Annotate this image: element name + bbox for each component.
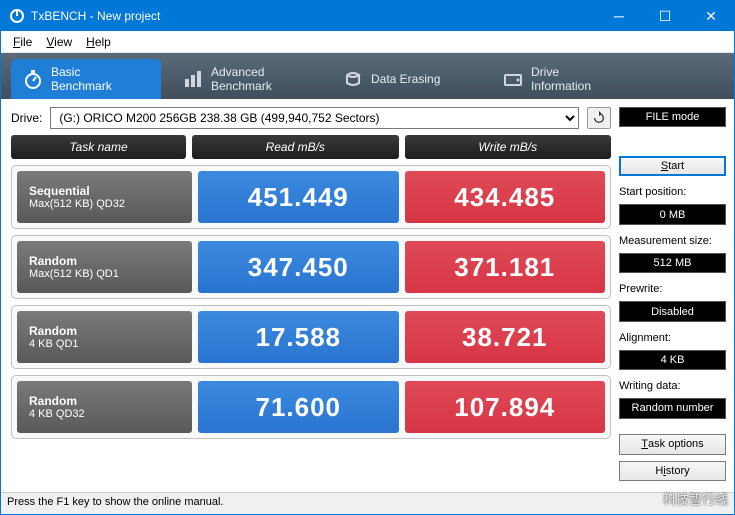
table-row: RandomMax(512 KB) QD1 347.450 371.181 (11, 235, 611, 299)
prewrite-label: Prewrite: (619, 283, 726, 295)
measurement-size-label: Measurement size: (619, 235, 726, 247)
header-write: Write mB/s (405, 135, 612, 159)
write-value: 371.181 (405, 241, 606, 293)
tab-label: BasicBenchmark (51, 65, 112, 93)
menu-help[interactable]: Help (80, 33, 117, 51)
close-button[interactable]: ✕ (688, 1, 734, 31)
start-position-value[interactable]: 0 MB (619, 204, 726, 224)
header-task: Task name (11, 135, 186, 159)
tab-data-erasing[interactable]: Data Erasing (331, 59, 481, 99)
menu-view[interactable]: View (40, 33, 78, 51)
bars-icon (183, 69, 203, 89)
alignment-value[interactable]: 4 KB (619, 350, 726, 370)
write-value: 434.485 (405, 171, 606, 223)
status-bar: Press the F1 key to show the online manu… (1, 492, 734, 514)
task-name-cell: Random4 KB QD32 (17, 381, 192, 433)
erase-icon (343, 69, 363, 89)
write-value: 107.894 (405, 381, 606, 433)
measurement-size-value[interactable]: 512 MB (619, 253, 726, 273)
task-name-cell: SequentialMax(512 KB) QD32 (17, 171, 192, 223)
refresh-button[interactable] (587, 107, 611, 129)
task-name-cell: RandomMax(512 KB) QD1 (17, 241, 192, 293)
drive-select[interactable]: (G:) ORICO M200 256GB 238.38 GB (499,940… (50, 107, 579, 129)
writing-data-label: Writing data: (619, 380, 726, 392)
read-value: 451.449 (198, 171, 399, 223)
drive-icon (503, 69, 523, 89)
table-row: Random4 KB QD32 71.600 107.894 (11, 375, 611, 439)
drive-label: Drive: (11, 111, 42, 125)
table-header: Task name Read mB/s Write mB/s (11, 135, 611, 159)
maximize-button[interactable]: ☐ (642, 1, 688, 31)
menu-file[interactable]: File (7, 33, 38, 51)
tab-label: Data Erasing (371, 72, 440, 86)
read-value: 17.588 (198, 311, 399, 363)
start-button[interactable]: Start (619, 156, 726, 177)
task-options-button[interactable]: Task options (619, 434, 726, 454)
tab-label: DriveInformation (531, 65, 591, 93)
app-icon (9, 8, 25, 24)
tab-basic-benchmark[interactable]: BasicBenchmark (11, 59, 161, 99)
tab-advanced-benchmark[interactable]: AdvancedBenchmark (171, 59, 321, 99)
title-bar: TxBENCH - New project ─ ☐ ✕ (1, 1, 734, 31)
read-value: 71.600 (198, 381, 399, 433)
start-position-label: Start position: (619, 186, 726, 198)
stopwatch-icon (23, 69, 43, 89)
minimize-button[interactable]: ─ (596, 1, 642, 31)
history-button[interactable]: History (619, 461, 726, 481)
refresh-icon (592, 111, 606, 125)
writing-data-value[interactable]: Random number (619, 398, 726, 418)
main-tabs: BasicBenchmark AdvancedBenchmark Data Er… (1, 53, 734, 99)
header-read: Read mB/s (192, 135, 399, 159)
side-panel: FILE mode Start Start position: 0 MB Mea… (619, 99, 734, 491)
write-value: 38.721 (405, 311, 606, 363)
window-title: TxBENCH - New project (31, 9, 160, 23)
table-row: SequentialMax(512 KB) QD32 451.449 434.4… (11, 165, 611, 229)
menu-bar: File View Help (1, 31, 734, 53)
task-name-cell: Random4 KB QD1 (17, 311, 192, 363)
alignment-label: Alignment: (619, 332, 726, 344)
file-mode-button[interactable]: FILE mode (619, 107, 726, 127)
prewrite-value[interactable]: Disabled (619, 301, 726, 321)
read-value: 347.450 (198, 241, 399, 293)
table-row: Random4 KB QD1 17.588 38.721 (11, 305, 611, 369)
tab-label: AdvancedBenchmark (211, 65, 272, 93)
tab-drive-information[interactable]: DriveInformation (491, 59, 641, 99)
